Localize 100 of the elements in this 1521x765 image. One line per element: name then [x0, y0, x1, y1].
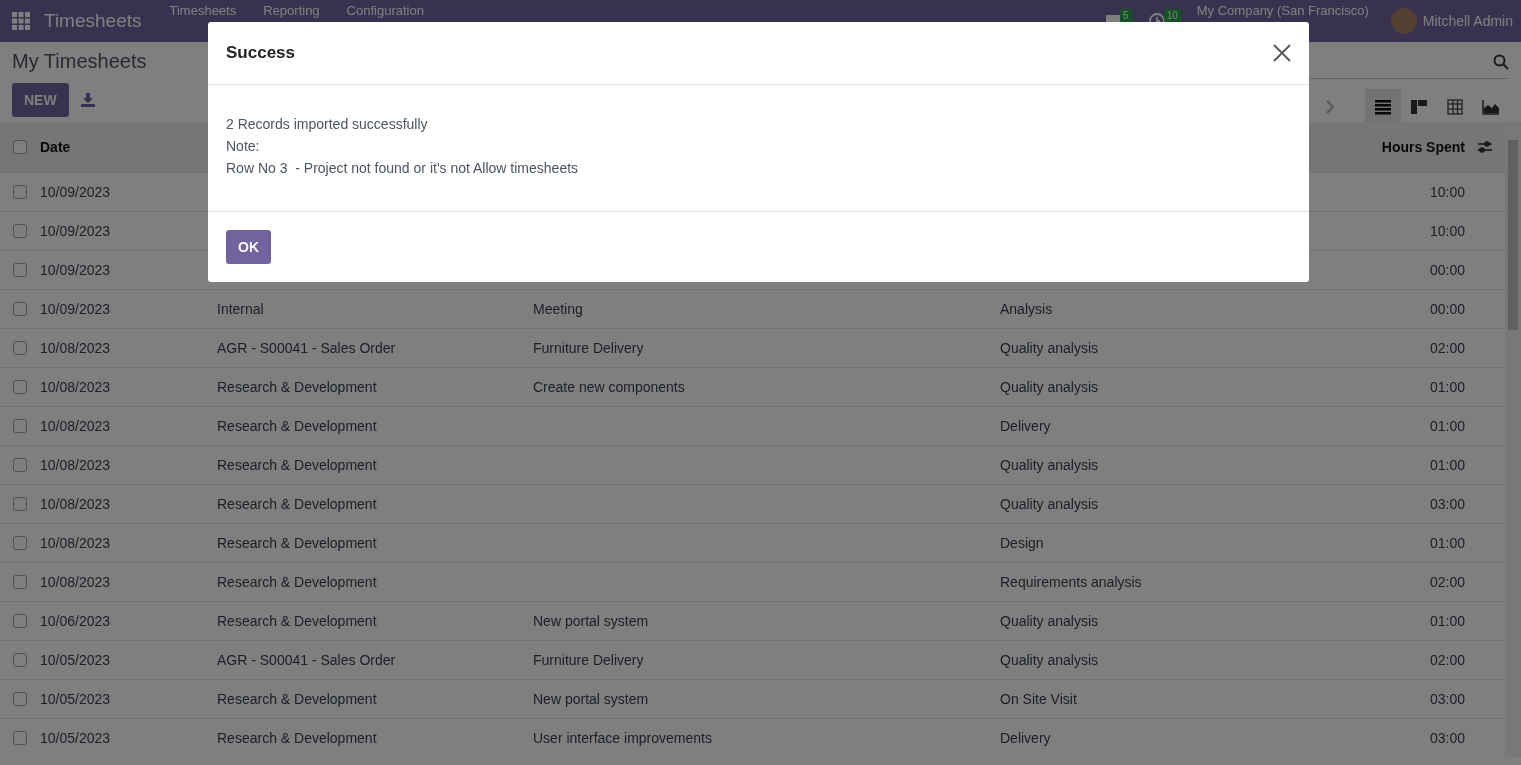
table-cell: Research & Development	[217, 457, 377, 473]
table-cell: Quality analysis	[1000, 613, 1099, 629]
table-row[interactable]: 10/05/2023 Research & Development New portal system On Site Visit 03:00	[0, 679, 1505, 718]
row-checkbox[interactable]	[13, 380, 27, 394]
table-cell: Analysis	[1000, 301, 1053, 317]
table-cell: 00:00	[1429, 301, 1465, 317]
table-cell: 00:00	[1429, 262, 1465, 278]
dialog-message: Row No 3 - Project not found or it's not Allow timesheets	[226, 159, 579, 178]
row-checkbox[interactable]	[13, 263, 27, 277]
table-cell: User interface improvements	[533, 730, 712, 746]
row-checkbox[interactable]	[13, 536, 27, 550]
table-cell: Quality analysis	[1000, 379, 1099, 395]
table-cell-text: 10/08/2023	[40, 379, 112, 395]
table-cell: Quality analysis	[1000, 496, 1099, 512]
row-checkbox[interactable]	[13, 614, 27, 628]
scrollbar[interactable]	[1505, 122, 1521, 757]
dialog-title: Success	[226, 43, 295, 63]
table-row[interactable]: 10/08/2023 Research & Development Requirements analysis 02:00	[0, 562, 1505, 601]
menu-item[interactable]: Reporting	[263, 3, 320, 18]
table-row[interactable]: 10/08/2023 AGR - S00041 - Sales Order Furniture Delivery Quality analysis 02:00	[0, 328, 1505, 367]
list-icon	[1375, 100, 1391, 115]
table-cell: Quality analysis	[1000, 652, 1099, 668]
table-cell: Research & Development	[217, 496, 377, 512]
table-row[interactable]: 10/09/2023 Internal Meeting Analysis 00:00	[0, 289, 1505, 328]
area-chart-icon	[1482, 99, 1500, 115]
page-title: My Timesheets	[12, 50, 147, 73]
table-cell: Research & Development	[217, 613, 377, 629]
table-cell: On Site Visit	[1000, 691, 1077, 707]
row-checkbox[interactable]	[13, 575, 27, 589]
app-grid-icon[interactable]	[12, 12, 30, 30]
row-checkbox[interactable]	[13, 302, 27, 316]
view-switch-button[interactable]	[1365, 89, 1401, 125]
table-cell: 03:00	[1429, 691, 1465, 707]
table-cell: 10:00	[1429, 223, 1465, 239]
row-checkbox[interactable]	[13, 185, 27, 199]
table-cell-text: 10/08/2023	[40, 418, 112, 434]
next-page-icon[interactable]	[1325, 100, 1335, 114]
column-header[interactable]: Hours Spent	[1381, 139, 1465, 155]
table-cell: Delivery	[1000, 418, 1051, 434]
table-row[interactable]: 10/05/2023 AGR - S00041 - Sales Order Furniture Delivery Quality analysis 02:00	[0, 640, 1505, 679]
scrollbar-thumb[interactable]	[1508, 140, 1518, 330]
table-cell: Research & Development	[217, 730, 377, 746]
close-icon[interactable]	[1273, 44, 1291, 62]
table-cell-text: 10/09/2023	[40, 223, 112, 239]
table-row[interactable]: 10/06/2023 Research & Development New portal system Quality analysis 01:00	[0, 601, 1505, 640]
table-row[interactable]: 10/08/2023 Research & Development Quality analysis 01:00	[0, 445, 1505, 484]
table-cell-text: 10/09/2023	[40, 262, 112, 278]
row-checkbox[interactable]	[13, 341, 27, 355]
table-cell: Furniture Delivery	[533, 652, 644, 668]
dialog-message: Note:	[226, 137, 260, 156]
table-cell-text: 10/05/2023	[40, 691, 112, 707]
table-cell-text: 10/09/2023	[40, 184, 112, 200]
row-checkbox[interactable]	[13, 692, 27, 706]
download-icon[interactable]	[80, 93, 95, 107]
table-cell: 01:00	[1429, 457, 1465, 473]
table-cell-text: 10/05/2023	[40, 730, 112, 746]
user-menu[interactable]: Mitchell Admin	[1422, 13, 1513, 29]
company-switcher[interactable]: My Company (San Francisco)	[1196, 3, 1369, 18]
table-cell: Delivery	[1000, 730, 1051, 746]
row-checkbox[interactable]	[13, 731, 27, 745]
menu-item[interactable]: Timesheets	[169, 3, 237, 18]
select-all-checkbox[interactable]	[13, 140, 27, 154]
table-cell-text: 10/05/2023	[40, 652, 112, 668]
table-cell-text: 10/08/2023	[40, 574, 112, 590]
ok-button[interactable]: OK	[226, 230, 271, 264]
table-cell: 03:00	[1429, 730, 1465, 746]
table-cell: 01:00	[1429, 613, 1465, 629]
menu-item[interactable]: Configuration	[346, 3, 424, 18]
row-checkbox[interactable]	[13, 653, 27, 667]
user-avatar[interactable]	[1390, 8, 1417, 34]
row-checkbox[interactable]	[13, 224, 27, 238]
table-row[interactable]: 10/08/2023 Research & Development Create new components Quality analysis 01:00	[0, 367, 1505, 406]
row-checkbox[interactable]	[13, 458, 27, 472]
table-row[interactable]: 10/08/2023 Research & Development Delivery 01:00	[0, 406, 1505, 445]
table-row[interactable]: 10/08/2023 Research & Development Quality analysis 03:00	[0, 484, 1505, 523]
table-cell-text: 10/08/2023	[40, 340, 112, 356]
search-icon[interactable]	[1493, 54, 1509, 70]
table-cell: Requirements analysis	[1000, 574, 1142, 590]
kanban-icon	[1411, 100, 1427, 114]
table-cell: AGR - S00041 - Sales Order	[217, 340, 396, 356]
row-checkbox[interactable]	[13, 497, 27, 511]
table-cell: Internal	[217, 301, 264, 317]
table-cell: AGR - S00041 - Sales Order	[217, 652, 396, 668]
table-cell: Research & Development	[217, 535, 377, 551]
message-count-badge: 5	[1120, 8, 1132, 22]
row-checkbox[interactable]	[13, 419, 27, 433]
table-cell: Research & Development	[217, 574, 377, 590]
table-cell: 02:00	[1429, 340, 1465, 356]
table-cell-text: 10/08/2023	[40, 496, 112, 512]
table-cell: Furniture Delivery	[533, 340, 644, 356]
column-settings-icon[interactable]	[1477, 139, 1493, 155]
table-row[interactable]: 10/05/2023 Research & Development User interface improvements Delivery 03:00	[0, 718, 1505, 757]
table-cell: 03:00	[1429, 496, 1465, 512]
table-cell: 02:00	[1429, 652, 1465, 668]
new-button[interactable]: NEW	[12, 83, 69, 117]
table-cell: Create new components	[533, 379, 685, 395]
table-row[interactable]: 10/08/2023 Research & Development Design 01:00	[0, 523, 1505, 562]
table-cell: Quality analysis	[1000, 457, 1099, 473]
dialog-message: 2 Records imported successfully	[226, 115, 428, 134]
table-cell: 02:00	[1429, 574, 1465, 590]
